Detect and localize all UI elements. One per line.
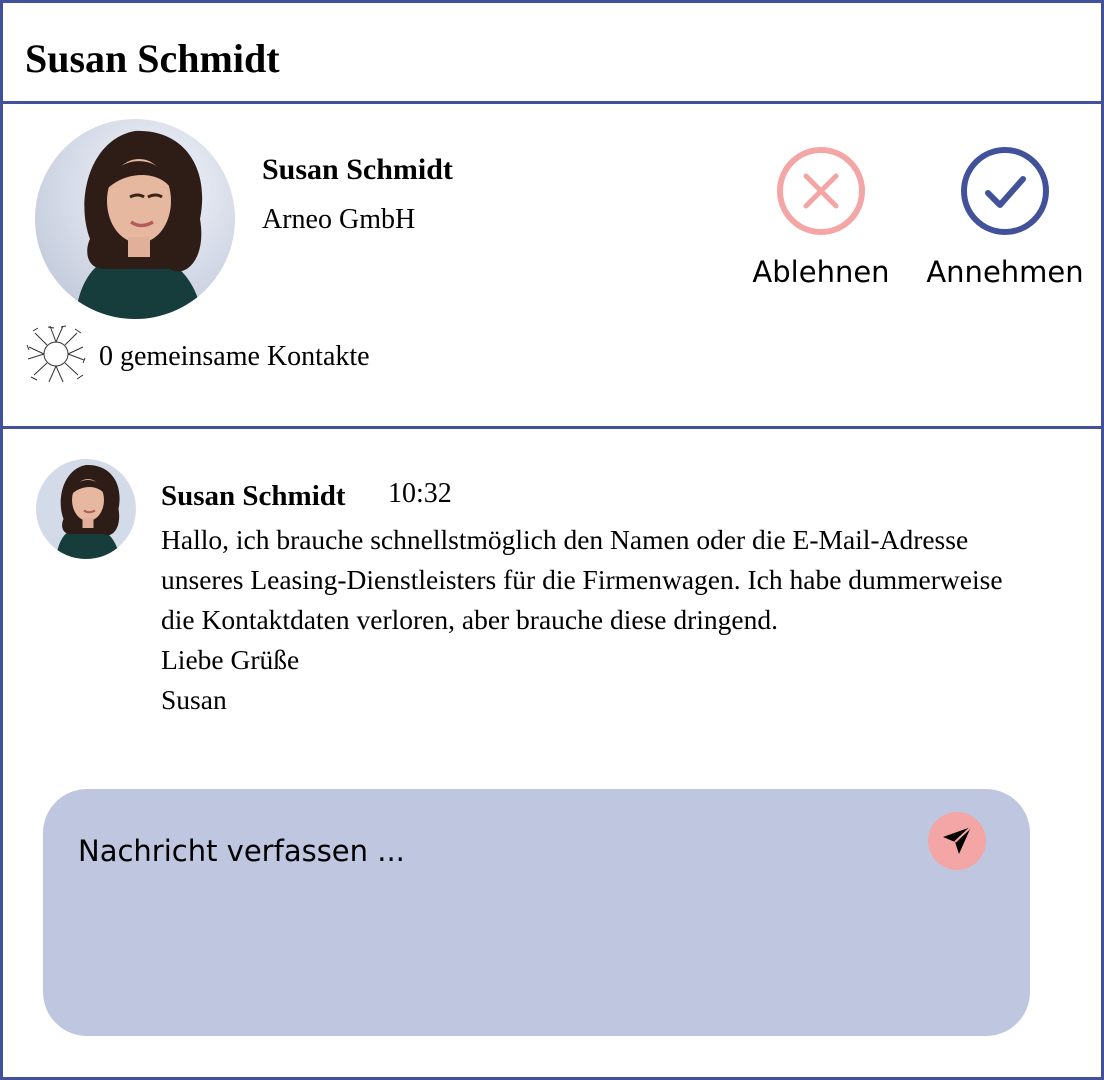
window-frame: Susan Schmidt Susan Schmidt Arneo GmbH A… xyxy=(0,0,1104,1080)
paper-plane-icon xyxy=(943,826,972,854)
message-line: unseres Leasing-Dienstleisters für die F… xyxy=(161,564,1003,595)
requester-name: Susan Schmidt xyxy=(262,153,453,186)
message-line: die Kontaktdaten verloren, aber brauche … xyxy=(161,604,778,635)
accept-label: Annehmen xyxy=(926,255,1084,289)
send-button[interactable] xyxy=(928,812,986,870)
check-circle-icon xyxy=(961,147,1049,235)
message-line: Liebe Grüße xyxy=(161,644,300,675)
header: Susan Schmidt xyxy=(3,3,1101,104)
connected-hands-icon xyxy=(26,325,86,383)
message-body: Hallo, ich brauche schnellstmöglich den … xyxy=(161,520,1091,720)
message-thread: Susan Schmidt 10:32 Hallo, ich brauche s… xyxy=(3,432,1101,1077)
message-input[interactable] xyxy=(78,831,878,871)
message-composer xyxy=(43,789,1030,1036)
message-time: 10:32 xyxy=(388,478,452,509)
reject-button[interactable]: Ablehnen xyxy=(736,146,906,289)
avatar[interactable] xyxy=(35,119,235,319)
close-circle-icon xyxy=(777,147,865,235)
mutual-contacts: 0 gemeinsame Kontakte xyxy=(99,341,370,372)
reject-label: Ablehnen xyxy=(752,255,890,289)
contact-request-card: Susan Schmidt Arneo GmbH Ablehnen Annehm… xyxy=(3,107,1101,429)
accept-button[interactable]: Annehmen xyxy=(920,146,1090,289)
message-avatar[interactable] xyxy=(36,459,136,559)
message-author: Susan Schmidt xyxy=(161,480,346,512)
page-title: Susan Schmidt xyxy=(25,36,280,81)
message-line: Hallo, ich brauche schnellstmöglich den … xyxy=(161,524,969,555)
message-line: Susan xyxy=(161,684,227,715)
requester-company: Arneo GmbH xyxy=(262,204,416,235)
